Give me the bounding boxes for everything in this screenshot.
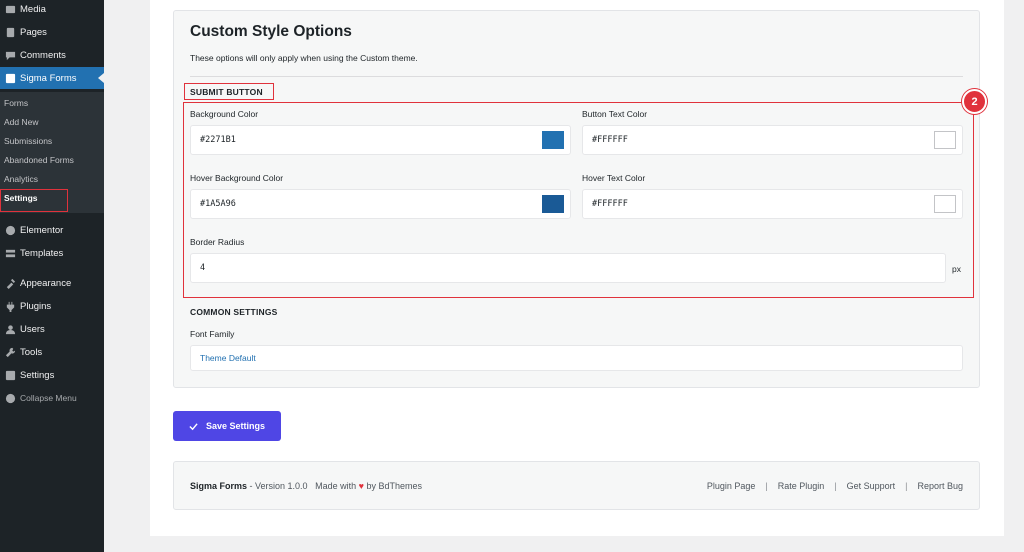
background-color-label: Background Color — [190, 109, 259, 119]
menu-plugins[interactable]: Plugins — [0, 295, 104, 317]
background-color-input[interactable]: #2271B1 — [190, 125, 571, 155]
hover-text-color-value: #FFFFFF — [592, 199, 628, 209]
footer-credits: Sigma Forms - Version 1.0.0 Made with ♥ … — [190, 481, 422, 491]
font-family-value: Theme Default — [200, 353, 256, 363]
menu-label: Comments — [20, 49, 66, 61]
footer-brand: Sigma Forms — [190, 481, 248, 491]
rate-plugin-link[interactable]: Rate Plugin — [778, 481, 825, 491]
menu-tools[interactable]: Tools — [0, 341, 104, 363]
menu-label: Appearance — [20, 277, 72, 289]
hover-text-color-input[interactable]: #FFFFFF — [582, 189, 963, 219]
button-text-color-label: Button Text Color — [582, 109, 648, 119]
section-title: Custom Style Options — [190, 23, 352, 40]
step-badge: 2 — [962, 89, 987, 114]
menu-label: Pages — [20, 26, 47, 38]
footer-separator: | — [905, 481, 908, 491]
save-settings-button[interactable]: Save Settings — [173, 411, 281, 441]
hover-text-color-swatch[interactable] — [934, 195, 956, 213]
users-icon — [0, 324, 20, 335]
pages-icon — [0, 27, 20, 38]
report-bug-link[interactable]: Report Bug — [917, 481, 963, 491]
menu-media[interactable]: Media — [0, 0, 104, 20]
submenu-add-new[interactable]: Add New — [4, 115, 39, 129]
admin-sidebar: Media Pages Comments Sigma Forms Forms A… — [0, 0, 104, 552]
section-description: These options will only apply when using… — [190, 53, 418, 63]
get-support-link[interactable]: Get Support — [847, 481, 896, 491]
menu-label: Sigma Forms — [20, 72, 77, 84]
menu-templates[interactable]: Templates — [0, 242, 104, 264]
menu-appearance[interactable]: Appearance — [0, 272, 104, 294]
background-color-swatch[interactable] — [542, 131, 564, 149]
menu-collapse[interactable]: Collapse Menu — [0, 387, 104, 409]
hover-text-color-label: Hover Text Color — [582, 173, 646, 183]
hover-background-color-value: #1A5A96 — [200, 199, 236, 209]
elementor-icon — [0, 225, 20, 236]
menu-label: Settings — [20, 369, 55, 381]
hover-background-color-label: Hover Background Color — [190, 173, 284, 183]
button-text-color-swatch[interactable] — [934, 131, 956, 149]
submenu-forms[interactable]: Forms — [4, 96, 28, 110]
submenu-abandoned-forms[interactable]: Abandoned Forms — [4, 153, 74, 167]
collapse-icon — [0, 393, 20, 404]
menu-sigma-forms[interactable]: Sigma Forms — [0, 67, 104, 89]
button-text-color-value: #FFFFFF — [592, 135, 628, 145]
footer-by: by BdThemes — [366, 481, 423, 491]
menu-label: Plugins — [20, 300, 52, 312]
footer-links: Plugin Page | Rate Plugin | Get Support … — [707, 481, 963, 491]
hover-background-color-input[interactable]: #1A5A96 — [190, 189, 571, 219]
save-settings-label: Save Settings — [205, 421, 266, 431]
border-radius-value: 4 — [200, 263, 206, 273]
plugins-icon — [0, 301, 20, 312]
settings-icon — [0, 370, 20, 381]
plugin-footer: Sigma Forms - Version 1.0.0 Made with ♥ … — [173, 461, 980, 510]
border-radius-unit: px — [952, 264, 961, 274]
submenu-analytics[interactable]: Analytics — [4, 172, 38, 186]
plugin-page-link[interactable]: Plugin Page — [707, 481, 756, 491]
footer-separator: | — [834, 481, 837, 491]
checkmark-icon — [189, 422, 198, 430]
footer-version: - Version 1.0.0 — [247, 481, 308, 491]
menu-label: Elementor — [20, 224, 64, 236]
comments-icon — [0, 50, 20, 61]
section-divider — [190, 76, 963, 77]
sigma-forms-icon — [0, 73, 20, 84]
button-text-color-input[interactable]: #FFFFFF — [582, 125, 963, 155]
menu-label: Media — [20, 3, 46, 15]
menu-label: Templates — [20, 247, 64, 259]
font-family-label: Font Family — [190, 329, 235, 339]
background-color-value: #2271B1 — [200, 135, 236, 145]
templates-icon — [0, 248, 20, 259]
menu-settings[interactable]: Settings — [0, 364, 104, 386]
menu-comments[interactable]: Comments — [0, 44, 104, 66]
appearance-icon — [0, 278, 20, 289]
media-icon — [0, 4, 20, 15]
heart-icon: ♥ — [358, 481, 364, 491]
font-family-select[interactable]: Theme Default — [190, 345, 963, 371]
border-radius-label: Border Radius — [190, 237, 245, 247]
menu-elementor[interactable]: Elementor — [0, 219, 104, 241]
submenu-submissions[interactable]: Submissions — [4, 134, 52, 148]
menu-pages[interactable]: Pages — [0, 21, 104, 43]
hover-background-color-swatch[interactable] — [542, 195, 564, 213]
border-radius-input[interactable]: 4 — [190, 253, 946, 283]
menu-label: Tools — [20, 346, 43, 358]
common-settings-heading: COMMON SETTINGS — [190, 307, 278, 317]
settings-highlight — [0, 189, 68, 212]
menu-label: Collapse Menu — [20, 393, 77, 403]
submit-heading-highlight — [184, 83, 274, 100]
footer-separator: | — [765, 481, 768, 491]
footer-made-with: Made with — [315, 481, 357, 491]
menu-label: Users — [20, 323, 45, 335]
menu-users[interactable]: Users — [0, 318, 104, 340]
tools-icon — [0, 347, 20, 358]
